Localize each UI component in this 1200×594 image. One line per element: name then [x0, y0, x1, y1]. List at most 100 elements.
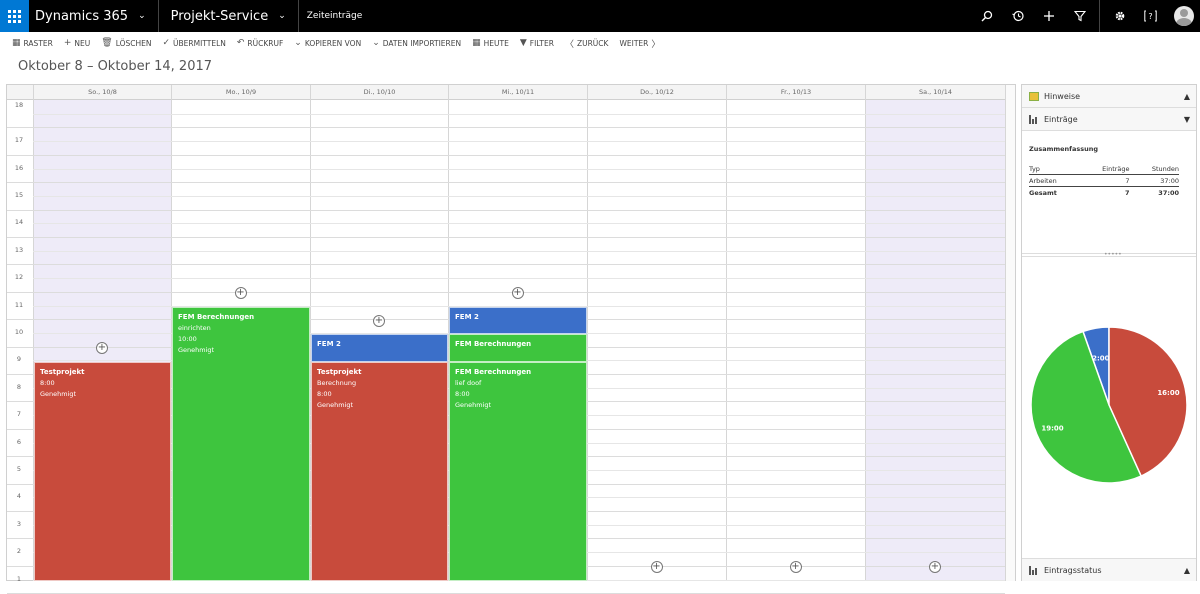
hour-label: 10	[14, 327, 24, 336]
scrollbar[interactable]	[1005, 85, 1015, 581]
command-label: ÜBERMITTELN	[173, 38, 226, 48]
breadcrumb[interactable]: Zeiteinträge	[299, 11, 362, 21]
side-panel: Hinweise ▲ Einträge ▼ Zusammenfassung Ty…	[1021, 84, 1197, 581]
entry-detail: 8:00	[455, 389, 470, 398]
day-column[interactable]	[726, 100, 865, 581]
chevron-down-icon[interactable]: ⌄	[278, 11, 286, 21]
entry-detail: Genehmigt	[455, 400, 492, 409]
hour-label: 1	[16, 574, 22, 583]
chevron-up-icon[interactable]: ▲	[1184, 566, 1190, 575]
plus-icon	[1043, 11, 1054, 21]
pie-slice-label: 19:00	[1041, 425, 1063, 433]
time-entry[interactable]: Testprojekt Berechnung 8:00 Genehmigt	[311, 361, 448, 581]
advanced-find-button[interactable]	[1064, 0, 1095, 32]
summary-table: Typ Einträge Stunden Arbeiten 7 37:00 Ge…	[1029, 164, 1179, 198]
table-row: Arbeiten 7 37:00	[1029, 175, 1179, 187]
app-launcher-button[interactable]	[0, 0, 29, 32]
section-eintragsstatus[interactable]: Eintragsstatus ▲	[1022, 558, 1196, 581]
command-raster-button[interactable]: ▦ RASTER	[12, 38, 53, 48]
table-cell: 37:00	[1129, 186, 1179, 198]
hour-label: 16	[14, 163, 24, 172]
command-übermitteln-button[interactable]: ✓ ÜBERMITTELN	[163, 38, 226, 48]
splitter-grip[interactable]: •••••	[1104, 251, 1122, 258]
add-entry-button[interactable]: +	[373, 314, 385, 327]
command-kopieren-von-button[interactable]: ⌄ KOPIEREN VON	[294, 38, 361, 48]
chevron-down-icon: ⌄	[372, 38, 380, 48]
app-name[interactable]: Dynamics 365 ⌄	[29, 0, 158, 32]
search-button[interactable]	[971, 0, 1002, 32]
entry-detail: Genehmigt	[178, 346, 215, 354]
time-entry[interactable]: FEM Berechnungen	[449, 334, 587, 362]
hour-label: 7	[16, 410, 22, 419]
time-entry[interactable]: FEM 2	[449, 307, 587, 335]
hour-label: 12	[14, 273, 24, 282]
settings-button[interactable]	[1104, 0, 1135, 32]
pie-slice-label: 16:00	[1157, 389, 1179, 397]
time-entry[interactable]: Testprojekt 8:00 Genehmigt	[34, 361, 171, 581]
section-eintraege[interactable]: Einträge ▼	[1022, 108, 1196, 131]
hour-label: 8	[16, 382, 22, 391]
day-header: Fr., 10/13	[726, 85, 865, 100]
filter-icon: ▼	[519, 38, 527, 48]
command-label: ZURÜCK	[576, 38, 609, 48]
command-neu-button[interactable]: + NEU	[64, 38, 90, 48]
hour-gridline	[7, 127, 1005, 129]
command-label: NEU	[74, 38, 91, 48]
date-range-title: Oktober 8 – Oktober 14, 2017	[18, 59, 213, 74]
command-löschen-button[interactable]: 🗑 LÖSCHEN	[101, 38, 151, 48]
section-hinweise[interactable]: Hinweise ▲	[1022, 85, 1196, 108]
calendar-icon: ▦	[472, 38, 481, 48]
hour-gridline	[7, 291, 1005, 293]
svg-text:?: ?	[1148, 12, 1152, 21]
hour-gridline	[7, 182, 1005, 184]
history-icon	[1011, 10, 1024, 22]
column-header-eintraege: Einträge	[1079, 164, 1130, 175]
add-entry-button[interactable]: +	[789, 561, 802, 574]
time-entry[interactable]: FEM Berechnungen lief doof 8:00 Genehmigt	[449, 361, 587, 581]
half-hour-gridline	[33, 250, 1005, 252]
pie-chart: 2:00 16:00 19:00	[1030, 326, 1188, 484]
add-entry-button[interactable]: +	[511, 287, 524, 300]
grid-icon: ▦	[12, 38, 21, 48]
hour-label: 4	[16, 492, 22, 501]
entry-detail: 8:00	[40, 378, 55, 387]
half-hour-gridline	[33, 278, 1005, 280]
entry-detail: Genehmigt	[317, 400, 354, 409]
chevron-down-icon: ⌄	[294, 38, 302, 48]
chevron-up-icon[interactable]: ▲	[1184, 92, 1190, 101]
add-entry-button[interactable]: +	[650, 561, 663, 574]
history-button[interactable]	[1002, 0, 1033, 32]
chevron-down-icon[interactable]: ▼	[1184, 115, 1190, 124]
day-column[interactable]	[587, 100, 726, 581]
time-entry[interactable]: FEM 2	[311, 334, 448, 362]
half-hour-gridline	[33, 141, 1005, 143]
command-bar: ▦ RASTER + NEU 🗑 LÖSCHEN ✓ ÜBERMITTELN ↶ RÜCKRUF ⌄…	[12, 36, 674, 50]
entry-title: FEM 2	[317, 340, 341, 349]
command-heute-button[interactable]: ▦ HEUTE	[472, 38, 509, 48]
pie-slice-label: 2:00	[1092, 354, 1110, 362]
table-row: Gesamt 7 37:00	[1029, 186, 1179, 198]
command-rückruf-button[interactable]: ↶ RÜCKRUF	[237, 38, 283, 48]
time-entry[interactable]: FEM Berechnungen einrichten 10:00 Genehmigt	[172, 307, 310, 581]
hour-label: 2	[16, 547, 22, 556]
command-daten-importieren-button[interactable]: ⌄ DATEN IMPORTIEREN	[372, 38, 461, 48]
calendar-grid: So., 10/8 Mo., 10/9 Di., 10/10 Mi., 10/11 Do…	[6, 84, 1016, 594]
command-label: RÜCKRUF	[247, 38, 284, 48]
day-column[interactable]	[865, 100, 1005, 581]
hour-label: 17	[14, 136, 24, 145]
add-entry-button[interactable]: +	[96, 342, 108, 355]
help-button[interactable]: ?	[1135, 0, 1166, 32]
command-zurück-button[interactable]: 〈 ZURÜCK	[565, 37, 609, 50]
user-avatar[interactable]	[1174, 6, 1194, 26]
section-eintraege-label: Einträge	[1044, 114, 1078, 124]
chevron-down-icon[interactable]: ⌄	[138, 11, 146, 21]
command-weiter-button[interactable]: WEITER 〉	[619, 37, 663, 50]
day-header: So., 10/8	[33, 85, 171, 100]
command-label: LÖSCHEN	[115, 38, 152, 48]
entry-detail: lief doof	[455, 378, 482, 387]
command-filter-button[interactable]: ▼ FILTER	[520, 38, 554, 48]
add-entry-button[interactable]: +	[234, 287, 247, 300]
time-column: 18 17 16 15 14 13 12 11 10 9 8 7 6 5 4 3 2 1	[7, 100, 33, 583]
new-record-button[interactable]	[1033, 0, 1064, 32]
module-switcher[interactable]: Projekt-Service ⌄	[159, 0, 298, 32]
